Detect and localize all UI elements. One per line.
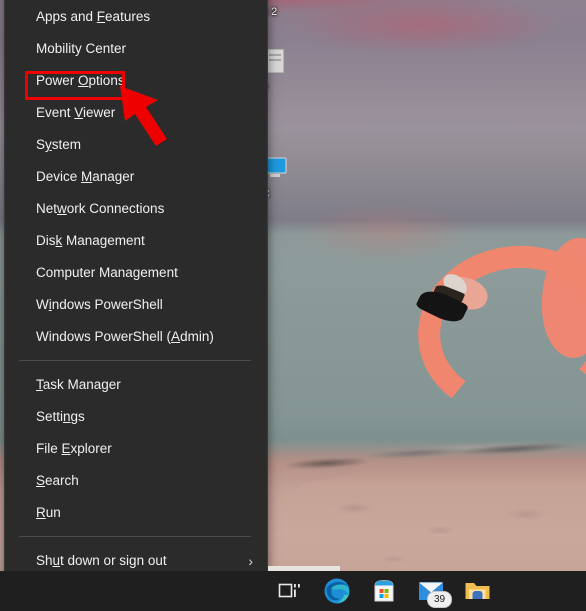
menu-item-apps-and-features[interactable]: Apps and Features bbox=[5, 1, 267, 33]
menu-item-label: Windows PowerShell (Admin) bbox=[36, 329, 214, 344]
menu-item-network-connections[interactable]: Network Connections bbox=[5, 193, 267, 225]
menu-item-label: Device Manager bbox=[36, 169, 135, 184]
menu-item-label: Computer Management bbox=[36, 265, 178, 280]
menu-item-label: Search bbox=[36, 473, 79, 488]
menu-item-label: Settings bbox=[36, 409, 85, 424]
screen: e 2 e C Apps and FeaturesMobility Center… bbox=[0, 0, 586, 611]
menu-item-label: Apps and Features bbox=[36, 9, 151, 24]
menu-item-label: Event Viewer bbox=[36, 105, 116, 120]
mail-unread-badge: 39 bbox=[427, 591, 452, 608]
flamingo-illustration bbox=[400, 232, 586, 432]
menu-item-label: Windows PowerShell bbox=[36, 297, 163, 312]
menu-item-system[interactable]: System bbox=[5, 129, 267, 161]
menu-item-search[interactable]: Search bbox=[5, 465, 267, 497]
menu-item-label: Network Connections bbox=[36, 201, 165, 216]
menu-item-power-options[interactable]: Power Options bbox=[5, 65, 267, 97]
menu-item-windows-powershell[interactable]: Windows PowerShell bbox=[5, 289, 267, 321]
menu-item-label: System bbox=[36, 137, 82, 152]
menu-item-run[interactable]: Run bbox=[5, 497, 267, 529]
microsoft-store-button[interactable] bbox=[360, 571, 407, 611]
menu-item-label: Mobility Center bbox=[36, 41, 127, 56]
menu-item-computer-management[interactable]: Computer Management bbox=[5, 257, 267, 289]
taskbar-buttons: 39 bbox=[266, 571, 501, 611]
task-view-button[interactable] bbox=[266, 571, 313, 611]
menu-item-label: Power Options bbox=[36, 73, 125, 88]
file-explorer-button[interactable] bbox=[454, 571, 501, 611]
menu-item-task-manager[interactable]: Task Manager bbox=[5, 369, 267, 401]
menu-item-label: File Explorer bbox=[36, 441, 112, 456]
winx-quick-link-menu[interactable]: Apps and Features Mobility Center Power Op… bbox=[4, 0, 268, 600]
menu-separator bbox=[19, 536, 251, 537]
microsoft-edge-button[interactable] bbox=[313, 571, 360, 611]
menu-item-device-manager[interactable]: Device Manager bbox=[5, 161, 267, 193]
menu-item-mobility-center[interactable]: Mobility Center bbox=[5, 33, 267, 65]
menu-item-label: Run bbox=[36, 505, 61, 520]
store-icon bbox=[374, 579, 393, 602]
menu-item-disk-management[interactable]: Disk Management bbox=[5, 225, 267, 257]
taskbar[interactable]: 39 bbox=[0, 571, 586, 611]
menu-item-settings[interactable]: Settings bbox=[5, 401, 267, 433]
edge-icon bbox=[324, 578, 349, 604]
menu-item-label: Task Manager bbox=[36, 377, 121, 392]
menu-item-event-viewer[interactable]: Event Viewer bbox=[5, 97, 267, 129]
task-view-icon bbox=[278, 583, 300, 598]
menu-item-label: Disk Management bbox=[36, 233, 145, 248]
menu-separator bbox=[19, 360, 251, 361]
menu-item-file-explorer[interactable]: File Explorer bbox=[5, 433, 267, 465]
chevron-right-icon: › bbox=[248, 553, 253, 569]
menu-item-windows-powershell-admin[interactable]: Windows PowerShell (Admin) bbox=[5, 321, 267, 353]
menu-item-list: Apps and Features Mobility Center Power Op… bbox=[5, 1, 267, 609]
mail-button[interactable]: 39 bbox=[407, 571, 454, 611]
folder-icon bbox=[465, 583, 490, 599]
